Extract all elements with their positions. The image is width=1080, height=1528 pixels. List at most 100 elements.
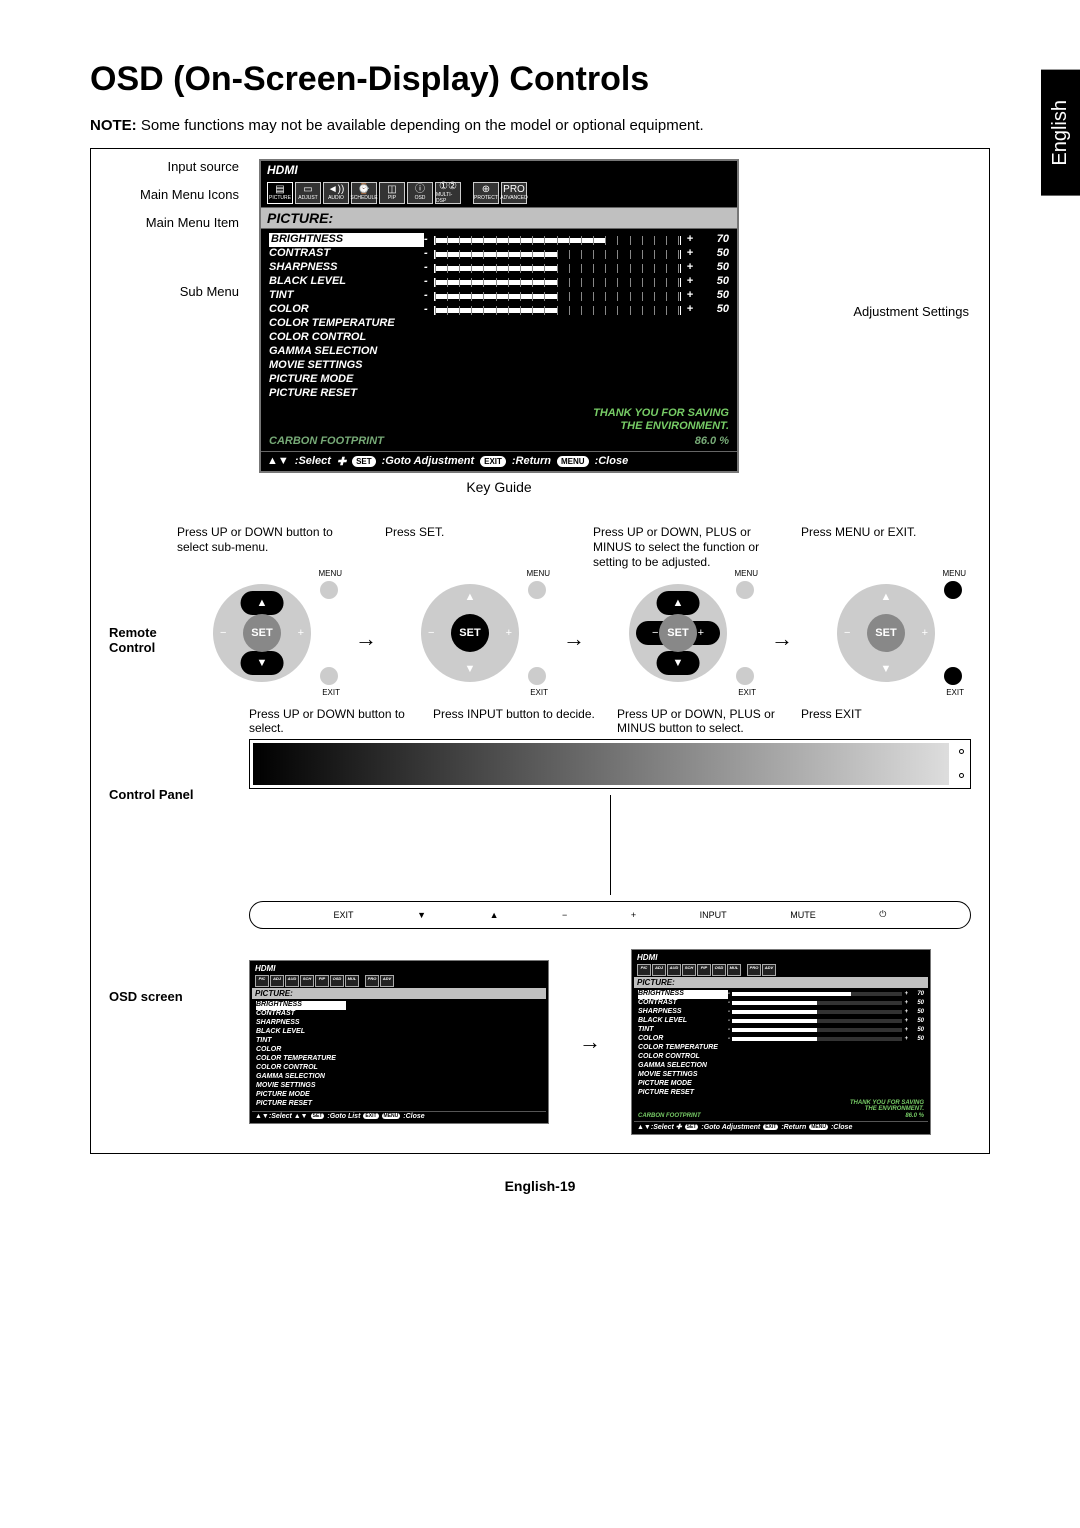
panel-btn-mute: MUTE bbox=[790, 910, 816, 920]
remote-dpad: ▲▼−+SETMENUEXIT bbox=[212, 583, 312, 683]
remote-step-3: Press UP or DOWN, PLUS or MINUS to selec… bbox=[593, 525, 763, 683]
page-number: English-19 bbox=[90, 1178, 990, 1194]
flow-arrow-icon: → bbox=[563, 626, 585, 652]
panel-btn-▲: ▲ bbox=[490, 910, 499, 920]
label-osd-screen: OSD screen bbox=[109, 949, 249, 1004]
label-control-panel: Control Panel bbox=[109, 707, 249, 802]
panel-caption: Press INPUT button to decide. bbox=[433, 707, 603, 735]
dpad-up-icon: ▲ bbox=[465, 591, 476, 603]
panel-caption: Press EXIT bbox=[801, 707, 971, 735]
dpad-left-icon: − bbox=[844, 627, 850, 639]
page-title: OSD (On-Screen-Display) Controls bbox=[90, 60, 990, 99]
dpad-left-icon: − bbox=[428, 627, 434, 639]
panel-caption: Press UP or DOWN, PLUS or MINUS button t… bbox=[617, 707, 787, 735]
dpad-right-icon: + bbox=[298, 627, 304, 639]
mini-osd-list: HDMIPICADJAUDSCHPIPOSDMULPROADVPICTURE:B… bbox=[249, 960, 549, 1124]
callout-input-source: Input source bbox=[109, 159, 239, 174]
dpad-up-icon: ▲ bbox=[241, 591, 284, 615]
flow-arrow-icon: → bbox=[355, 626, 377, 652]
note-text: Some functions may not be available depe… bbox=[141, 117, 704, 134]
osd-item-picture-reset: PICTURE RESET bbox=[269, 387, 729, 401]
remote-exit-button bbox=[528, 667, 546, 685]
osd-input-source: HDMI bbox=[261, 161, 737, 179]
panel-btn-exit: EXIT bbox=[334, 910, 354, 920]
remote-dpad: ▲▼−+SETMENUEXIT bbox=[628, 583, 728, 683]
remote-dpad: ▲▼−+SETMENUEXIT bbox=[420, 583, 520, 683]
osd-item-black-level: BLACK LEVEL-+50 bbox=[269, 275, 729, 289]
osd-item-color-control: COLOR CONTROL bbox=[269, 331, 729, 345]
monitor-gradient bbox=[253, 743, 949, 785]
callout-key-guide: Key Guide bbox=[259, 479, 739, 495]
osd-item-movie-settings: MOVIE SETTINGS bbox=[269, 359, 729, 373]
kg-updown-icon: ▲▼ bbox=[267, 455, 289, 467]
osd-icon-adjust: ▭ADJUST bbox=[295, 182, 321, 204]
dpad-right-icon: + bbox=[506, 627, 512, 639]
remote-exit-button bbox=[320, 667, 338, 685]
note-line: NOTE: Some functions may not be availabl… bbox=[90, 117, 990, 134]
dpad-up-icon: ▲ bbox=[657, 591, 700, 615]
osd-carbon-value: 86.0 % bbox=[695, 435, 729, 448]
panel-btn-+: + bbox=[631, 910, 636, 920]
remote-menu-button bbox=[528, 581, 546, 599]
flow-line-down bbox=[610, 795, 611, 895]
language-tab: English bbox=[1041, 70, 1080, 196]
callout-sub-menu: Sub Menu bbox=[109, 284, 239, 299]
osd-key-guide: ▲▼:Select ✚ SET:Goto Adjustment EXIT:Ret… bbox=[261, 451, 737, 471]
dpad-right-icon: + bbox=[922, 627, 928, 639]
remote-exit-button bbox=[736, 667, 754, 685]
panel-btn-input: INPUT bbox=[700, 910, 727, 920]
monitor-side-buttons bbox=[952, 740, 970, 788]
left-callouts: Input source Main Menu Icons Main Menu I… bbox=[109, 159, 239, 312]
flow-arrow-icon: → bbox=[771, 626, 793, 652]
osd-item-contrast: CONTRAST-+50 bbox=[269, 247, 729, 261]
osd-icon-protect: ⊕PROTECT bbox=[473, 182, 499, 204]
remote-menu-button bbox=[944, 581, 962, 599]
osd-item-gamma-selection: GAMMA SELECTION bbox=[269, 345, 729, 359]
osd-icon-advanced: PROADVANCED bbox=[501, 182, 527, 204]
osd-icon-picture: ▤PICTURE bbox=[267, 182, 293, 204]
note-label: NOTE: bbox=[90, 117, 137, 134]
osd-item-color-temperature: COLOR TEMPERATURE bbox=[269, 317, 729, 331]
osd-item-sharpness: SHARPNESS-+50 bbox=[269, 261, 729, 275]
osd-icon-pip: ◫PIP bbox=[379, 182, 405, 204]
main-diagram-frame: Input source Main Menu Icons Main Menu I… bbox=[90, 148, 990, 1154]
osd-icon-multi-dsp: ①②MULTI-DSP bbox=[435, 182, 461, 204]
kg-exit-pill: EXIT bbox=[480, 456, 506, 467]
remote-menu-button bbox=[320, 581, 338, 599]
panel-caption: Press UP or DOWN button to select. bbox=[249, 707, 419, 735]
dpad-left-icon: − bbox=[220, 627, 226, 639]
label-remote-control: Remote Control bbox=[109, 525, 177, 655]
remote-dpad: ▲▼−+SETMENUEXIT bbox=[836, 583, 936, 683]
dpad-set-button: SET bbox=[867, 614, 905, 652]
remote-step-2: Press SET.▲▼−+SETMENUEXIT bbox=[385, 525, 555, 683]
kg-set-pill: SET bbox=[352, 456, 376, 467]
osd-item-color: COLOR-+50 bbox=[269, 303, 729, 317]
remote-menu-button bbox=[736, 581, 754, 599]
osd-info-line1: THANK YOU FOR SAVING bbox=[269, 407, 729, 420]
callout-adjustment-settings: Adjustment Settings bbox=[853, 304, 969, 319]
monitor-top-diagram bbox=[249, 739, 971, 789]
dpad-down-icon: ▼ bbox=[657, 651, 700, 675]
dpad-up-icon: ▲ bbox=[881, 591, 892, 603]
remote-step-1: Press UP or DOWN button to select sub-me… bbox=[177, 525, 347, 683]
remote-step-4: Press MENU or EXIT.▲▼−+SETMENUEXIT bbox=[801, 525, 971, 683]
dpad-set-button: SET bbox=[659, 614, 697, 652]
callout-main-menu-icons: Main Menu Icons bbox=[109, 187, 239, 202]
dpad-down-icon: ▼ bbox=[241, 651, 284, 675]
osd-environment-info: THANK YOU FOR SAVING THE ENVIRONMENT. CA… bbox=[269, 407, 729, 449]
dpad-down-icon: ▼ bbox=[465, 663, 476, 675]
kg-plus-icon: ✚ bbox=[337, 455, 346, 468]
kg-menu-pill: MENU bbox=[557, 456, 589, 467]
osd-carbon-label: CARBON FOOTPRINT bbox=[269, 435, 695, 448]
panel-btn-⏻: ⏻ bbox=[879, 909, 886, 920]
dpad-down-icon: ▼ bbox=[881, 663, 892, 675]
callout-main-menu-item: Main Menu Item bbox=[109, 215, 239, 230]
control-panel-buttons: EXIT▼▲−+INPUTMUTE⏻ bbox=[249, 901, 971, 929]
mini-osd-adjust: HDMIPICADJAUDSCHPIPOSDMULPROADVPICTURE:B… bbox=[631, 949, 931, 1136]
osd-item-brightness: BRIGHTNESS-+70 bbox=[269, 233, 729, 247]
panel-btn-▼: ▼ bbox=[417, 910, 426, 920]
osd-item-picture-mode: PICTURE MODE bbox=[269, 373, 729, 387]
osd-main-menu-icons: ▤PICTURE▭ADJUST◄))AUDIO⌚SCHEDULE◫PIPⓘOSD… bbox=[261, 179, 737, 207]
osd-menu-body: BRIGHTNESS-+70CONTRAST-+50SHARPNESS-+50B… bbox=[261, 229, 737, 451]
osd-icon-schedule: ⌚SCHEDULE bbox=[351, 182, 377, 204]
